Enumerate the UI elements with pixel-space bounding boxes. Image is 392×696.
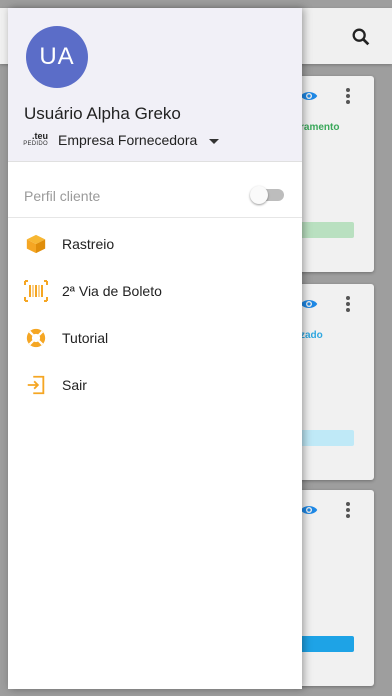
logo-text-bottom: PEDIDO [23,141,48,147]
logout-icon [24,373,48,397]
eye-icon[interactable] [300,298,318,310]
toggle-thumb [250,186,268,204]
barcode-icon [24,279,48,303]
menu-item-label: Tutorial [62,329,109,346]
menu-item-label: Sair [62,376,87,393]
order-card[interactable]: zado [292,284,374,480]
search-icon[interactable] [350,26,372,48]
eye-icon[interactable] [300,504,318,516]
more-vert-icon[interactable] [346,88,350,104]
user-name: Usuário Alpha Greko [24,104,181,123]
menu-item-label: Rastreio [62,235,115,252]
profile-toggle-row: Perfil cliente [8,178,302,218]
company-logo: .teu PEDIDO [23,131,48,148]
menu-item-rastreio[interactable]: Rastreio [8,220,302,267]
dropdown-arrow-icon[interactable] [209,138,220,144]
drawer-menu: Rastreio 2ª Via de Boleto Tutorial Sair [8,220,302,408]
more-vert-icon[interactable] [346,296,350,312]
more-vert-icon[interactable] [346,502,350,518]
company-name: Empresa Fornecedora [58,132,198,148]
avatar[interactable]: UA [26,26,88,88]
menu-item-boleto[interactable]: 2ª Via de Boleto [8,267,302,314]
profile-toggle-label: Perfil cliente [24,188,101,204]
drawer-header: UA Usuário Alpha Greko .teu PEDIDO Empre… [8,8,302,162]
profile-toggle-switch[interactable] [250,186,286,204]
lifebuoy-icon [24,326,48,350]
navigation-drawer: UA Usuário Alpha Greko .teu PEDIDO Empre… [8,8,302,689]
box-icon [24,232,48,256]
logo-text-top: .teu [31,131,48,141]
eye-icon[interactable] [300,90,318,102]
order-card[interactable] [292,490,374,686]
menu-item-tutorial[interactable]: Tutorial [8,314,302,361]
status-text: ramento [300,122,340,133]
status-text: zado [300,330,323,341]
menu-item-label: 2ª Via de Boleto [62,282,162,299]
menu-item-sair[interactable]: Sair [8,361,302,408]
company-selector[interactable]: .teu PEDIDO Empresa Fornecedora [23,128,220,152]
order-card[interactable]: ramento [292,76,374,272]
